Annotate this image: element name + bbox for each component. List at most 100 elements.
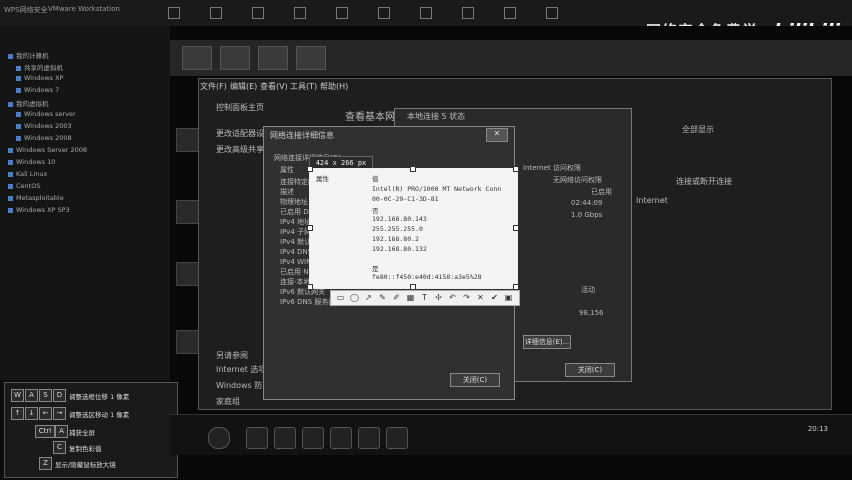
link-internet-options[interactable]: Internet 选项 xyxy=(216,364,266,375)
toolbar-button[interactable] xyxy=(258,46,288,70)
menu-file[interactable]: 文件(F) xyxy=(200,81,227,92)
tab-icon[interactable] xyxy=(168,7,180,19)
status-line: 无网络访问权限 xyxy=(553,176,602,184)
pin-icon[interactable]: ✢ xyxy=(433,292,444,303)
detail-label: 描述 xyxy=(280,188,294,196)
link-homegroup[interactable]: 家庭组 xyxy=(216,396,240,407)
resize-handle[interactable] xyxy=(307,225,313,231)
detail-label: 物理地址 xyxy=(280,198,308,206)
key-cap: D xyxy=(53,389,66,402)
toolbar-button[interactable] xyxy=(182,46,212,70)
taskbar-app-icon[interactable] xyxy=(274,427,296,449)
tree-item[interactable]: Windows XP SP3 xyxy=(8,206,70,214)
status-line: 1.0 Gbps xyxy=(571,211,603,219)
resize-handle[interactable] xyxy=(307,284,313,290)
resize-handle[interactable] xyxy=(513,166,519,172)
rectangle-icon[interactable]: ▭ xyxy=(335,292,346,303)
col-header-value: 值 xyxy=(372,175,379,183)
key-cap: ↑ xyxy=(11,407,24,420)
menu-tools[interactable]: 工具(T) xyxy=(290,81,317,92)
tree-item[interactable]: Windows server xyxy=(16,110,76,118)
desktop-icon[interactable] xyxy=(176,200,200,224)
tree-item[interactable]: Metasploitable xyxy=(8,194,64,202)
link-connect[interactable]: 连接或断开连接 xyxy=(676,176,732,187)
tab-icon[interactable] xyxy=(294,7,306,19)
key-cap: → xyxy=(53,407,66,420)
menu-help[interactable]: 帮助(H) xyxy=(320,81,348,92)
resize-handle[interactable] xyxy=(513,225,519,231)
tab-icon[interactable] xyxy=(462,7,474,19)
text-icon[interactable]: T xyxy=(419,292,430,303)
sidebar-link-home[interactable]: 控制面板主页 xyxy=(216,102,264,113)
taskbar-app-icon[interactable] xyxy=(302,427,324,449)
vm-icon xyxy=(16,87,21,93)
resize-handle[interactable] xyxy=(307,166,313,172)
tree-item[interactable]: 我的虚拟机 xyxy=(8,98,49,108)
tab-icon[interactable] xyxy=(420,7,432,19)
capture-selection[interactable]: 属性 值 Intel(R) PRO/1000 MT Network Conn 0… xyxy=(309,168,518,289)
system-clock[interactable]: 20:13 xyxy=(808,425,828,433)
host-tab-2[interactable]: VMware Workstation xyxy=(48,5,120,19)
tree-item[interactable]: Kali Linux xyxy=(8,170,47,178)
ellipse-icon[interactable]: ◯ xyxy=(349,292,360,303)
pen-icon[interactable]: ✎ xyxy=(377,292,388,303)
undo-icon[interactable]: ↶ xyxy=(447,292,458,303)
save-icon[interactable]: ▣ xyxy=(503,292,514,303)
host-tab-1[interactable]: WPS网络安全 xyxy=(4,5,48,19)
menu-view[interactable]: 查看(V) xyxy=(260,81,288,92)
tree-item[interactable]: Windows XP xyxy=(16,74,63,82)
vm-icon xyxy=(8,147,13,153)
mosaic-icon[interactable]: ▦ xyxy=(405,292,416,303)
menu-edit[interactable]: 编辑(E) xyxy=(230,81,257,92)
desktop-icon[interactable] xyxy=(176,262,200,286)
shortcut-desc: 显示/隐藏鼠标放大镜 xyxy=(55,461,116,469)
taskbar-app-icon[interactable] xyxy=(358,427,380,449)
arrow-icon[interactable]: ↗ xyxy=(363,292,374,303)
tab-icon[interactable] xyxy=(252,7,264,19)
marker-icon[interactable]: ✐ xyxy=(391,292,402,303)
tree-item[interactable]: CentOS xyxy=(8,182,40,190)
tab-icon[interactable] xyxy=(378,7,390,19)
detail-value-ipv6: fe80::f450:e40d:4158:a3e5%28 xyxy=(372,273,482,281)
vm-icon xyxy=(8,207,13,213)
vm-icon xyxy=(8,159,13,165)
status-line: 已启用 xyxy=(591,188,612,196)
folder-icon xyxy=(8,101,13,107)
tree-item[interactable]: Windows 2003 xyxy=(16,122,72,130)
shortcut-desc: 捕获全屏 xyxy=(69,429,95,437)
desktop-icon[interactable] xyxy=(176,330,200,354)
close-status-button[interactable]: 关闭(C) xyxy=(565,363,615,377)
toolbar-button[interactable] xyxy=(296,46,326,70)
taskbar-app-icon[interactable] xyxy=(330,427,352,449)
start-button[interactable] xyxy=(208,427,230,449)
tab-icon[interactable] xyxy=(504,7,516,19)
close-details-button[interactable]: 关闭(C) xyxy=(450,373,500,387)
toolbar-button[interactable] xyxy=(220,46,250,70)
resize-handle[interactable] xyxy=(410,166,416,172)
tab-icon[interactable] xyxy=(336,7,348,19)
taskbar-app-icon[interactable] xyxy=(386,427,408,449)
tree-item[interactable]: 我的计算机 xyxy=(8,50,49,60)
detail-value-dhcp: 否 xyxy=(372,207,379,215)
cancel-icon[interactable]: ✕ xyxy=(475,292,486,303)
key-cap: Z xyxy=(39,457,52,470)
shortcut-desc: 调整选框位移 1 像素 xyxy=(69,393,130,401)
confirm-icon[interactable]: ✔ xyxy=(489,292,500,303)
detail-value-netbios: 是 xyxy=(372,265,379,273)
tab-icon[interactable] xyxy=(210,7,222,19)
tree-item[interactable]: Windows 2008 xyxy=(16,134,72,142)
tree-item[interactable]: Windows 10 xyxy=(8,158,55,166)
taskbar-app-icon[interactable] xyxy=(246,427,268,449)
menu-bar: 文件(F) 编辑(E) 查看(V) 工具(T) 帮助(H) xyxy=(198,78,830,94)
status-line: 02:44:09 xyxy=(571,199,603,207)
tree-item[interactable]: 共享的虚拟机 xyxy=(16,62,63,72)
link-show-all[interactable]: 全部显示 xyxy=(682,124,714,135)
tree-item[interactable]: Windows Server 2008 xyxy=(8,146,87,154)
shortcut-desc: 复制色彩值 xyxy=(69,445,102,453)
tree-item[interactable]: Windows 7 xyxy=(16,86,59,94)
details-button[interactable]: 详细信息(E)... xyxy=(523,335,571,349)
redo-icon[interactable]: ↷ xyxy=(461,292,472,303)
tab-icon[interactable] xyxy=(546,7,558,19)
desktop-icon[interactable] xyxy=(176,128,200,152)
close-icon[interactable]: ✕ xyxy=(486,128,508,142)
